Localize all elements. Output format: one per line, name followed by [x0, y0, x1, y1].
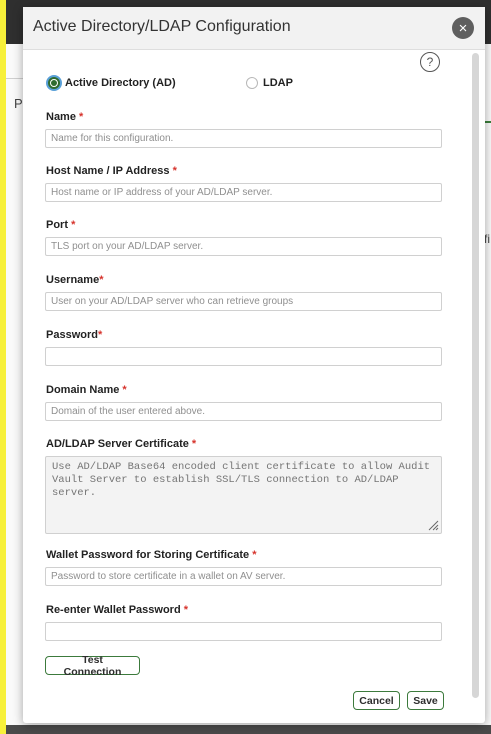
username-label: Username*	[46, 274, 104, 286]
username-input[interactable]	[45, 292, 442, 311]
help-icon[interactable]: ?	[420, 52, 440, 72]
radio-ldap-indicator[interactable]	[246, 77, 258, 89]
wallet-password-label: Wallet Password for Storing Certificate …	[46, 549, 257, 561]
test-connection-button[interactable]: Test Connection	[45, 654, 140, 678]
dialog-title: Active Directory/LDAP Configuration	[33, 18, 291, 35]
background-highlight-strip	[0, 0, 6, 734]
port-label: Port *	[46, 219, 76, 231]
required-marker: *	[97, 329, 103, 341]
ldap-config-dialog: Active Directory/LDAP Configuration × ? …	[23, 7, 485, 723]
required-marker: *	[122, 384, 127, 396]
radio-active-directory[interactable]: Active Directory (AD)	[48, 77, 176, 89]
background-bottom-bar	[6, 725, 491, 734]
required-marker: *	[99, 274, 104, 286]
required-marker: *	[79, 111, 84, 123]
close-icon[interactable]: ×	[452, 17, 474, 39]
radio-active-directory-indicator[interactable]	[48, 77, 60, 89]
dialog-header: Active Directory/LDAP Configuration ×	[23, 7, 485, 50]
background-text-left: P	[14, 96, 23, 111]
background-divider	[6, 78, 24, 79]
resize-grip-icon[interactable]	[428, 520, 439, 531]
required-marker: *	[172, 165, 177, 177]
cancel-button[interactable]: Cancel	[353, 691, 400, 710]
domain-label: Domain Name *	[46, 384, 127, 396]
background-accent-line	[484, 121, 491, 123]
name-input[interactable]	[45, 129, 442, 148]
save-button[interactable]: Save	[407, 691, 444, 710]
radio-active-directory-label: Active Directory (AD)	[65, 77, 176, 89]
radio-ldap-label: LDAP	[263, 77, 293, 89]
wallet-password-input[interactable]	[45, 567, 442, 586]
password-input[interactable]	[45, 347, 442, 366]
required-marker: *	[252, 549, 257, 561]
required-marker: *	[191, 438, 197, 450]
name-label: Name *	[46, 111, 84, 123]
dialog-scrollbar-thumb[interactable]	[472, 53, 479, 698]
wallet-reenter-input[interactable]	[45, 622, 442, 641]
certificate-textarea[interactable]	[45, 456, 442, 534]
port-input[interactable]	[45, 237, 442, 256]
radio-ldap[interactable]: LDAP	[246, 77, 293, 89]
required-marker: *	[71, 219, 76, 231]
wallet-reenter-label: Re-enter Wallet Password *	[46, 604, 189, 616]
domain-input[interactable]	[45, 402, 442, 421]
host-input[interactable]	[45, 183, 442, 202]
host-label: Host Name / IP Address *	[46, 165, 177, 177]
password-label: Password*	[46, 329, 103, 341]
required-marker: *	[183, 604, 189, 616]
certificate-label: AD/LDAP Server Certificate *	[46, 438, 197, 450]
